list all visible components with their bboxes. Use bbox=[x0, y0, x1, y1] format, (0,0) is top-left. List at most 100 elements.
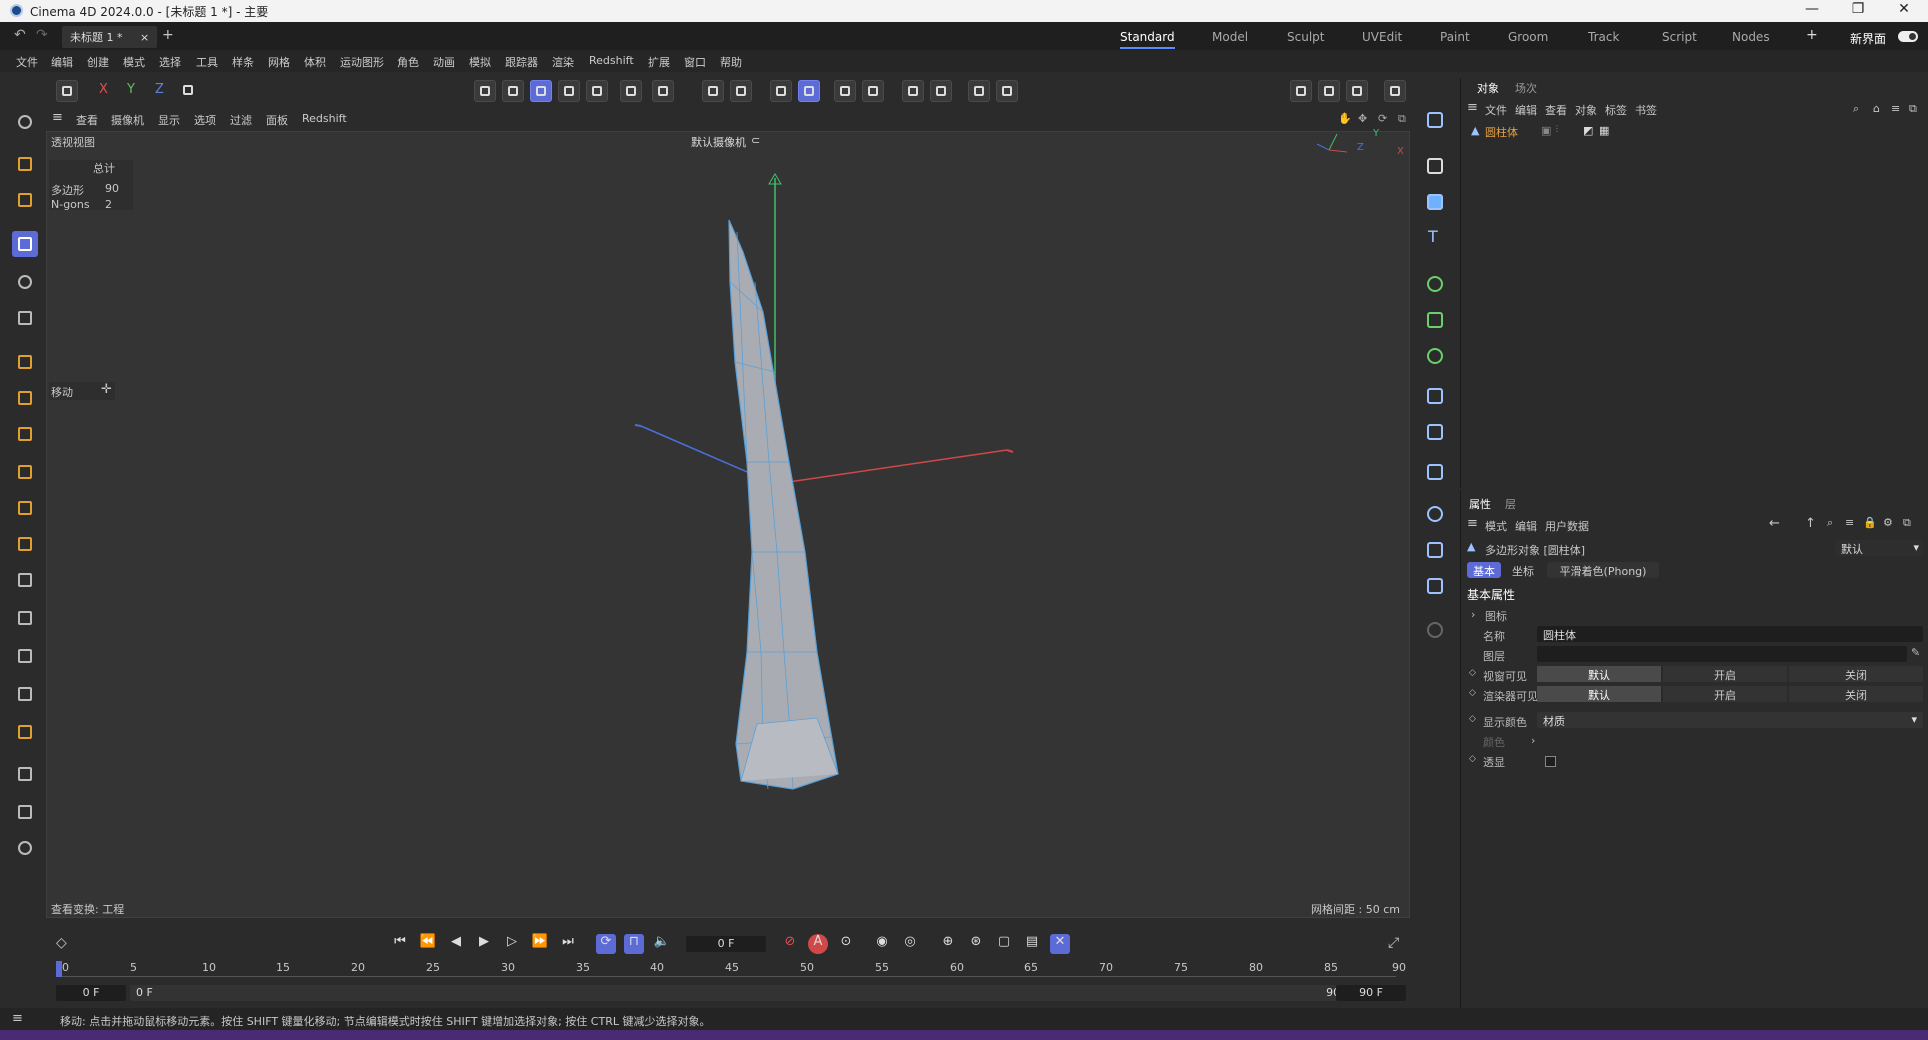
om-filter-icon[interactable]: ≡ bbox=[1891, 102, 1900, 115]
vp-menu-redshift[interactable]: Redshift bbox=[302, 112, 347, 125]
environment-icon[interactable] bbox=[1422, 501, 1448, 527]
am-menu-mode[interactable]: 模式 bbox=[1485, 518, 1507, 534]
render-visible-default[interactable]: 默认 bbox=[1537, 686, 1661, 702]
y-axis-lock[interactable]: Y bbox=[127, 82, 135, 97]
key-position-icon[interactable]: ◉ bbox=[872, 934, 892, 954]
menu-render[interactable]: 渲染 bbox=[552, 54, 574, 70]
am-menu-userdata[interactable]: 用户数据 bbox=[1545, 518, 1589, 534]
deformer-icon[interactable] bbox=[902, 80, 924, 102]
effector-icon[interactable] bbox=[1422, 343, 1448, 369]
color-expand-icon[interactable]: › bbox=[1531, 734, 1535, 747]
layer-toggle-icon[interactable]: ▣ bbox=[1541, 124, 1551, 137]
new-ui-toggle[interactable] bbox=[1898, 31, 1918, 42]
editor-visible-default[interactable]: 默认 bbox=[1537, 666, 1661, 682]
grid-icon[interactable] bbox=[770, 80, 792, 102]
menu-mesh[interactable]: 网格 bbox=[268, 54, 290, 70]
undo-icon[interactable]: ↶ bbox=[14, 27, 26, 43]
settings-icon[interactable] bbox=[930, 80, 952, 102]
x-axis-handle[interactable] bbox=[774, 449, 1008, 485]
x-axis-arrow-icon[interactable] bbox=[1006, 449, 1014, 453]
viewport-hamburger-icon[interactable]: ≡ bbox=[52, 110, 63, 125]
layout-groom[interactable]: Groom bbox=[1508, 30, 1548, 44]
close-tab-icon[interactable]: × bbox=[140, 31, 149, 44]
key-scale-icon[interactable]: ⊕ bbox=[938, 934, 958, 954]
key-rotation-icon[interactable]: ◎ bbox=[900, 934, 920, 954]
display-color-anim-icon[interactable]: ◇ bbox=[1469, 714, 1476, 724]
null-object-icon[interactable] bbox=[1422, 153, 1448, 179]
layout-nodes[interactable]: Nodes bbox=[1732, 30, 1770, 44]
end-frame-field[interactable]: 90 F bbox=[1336, 985, 1406, 1001]
object-manager-icon[interactable] bbox=[1422, 107, 1448, 133]
cloner-icon[interactable] bbox=[12, 681, 38, 707]
snap-settings-icon[interactable] bbox=[730, 80, 752, 102]
render-settings-icon[interactable] bbox=[1346, 80, 1368, 102]
axis-mode-icon[interactable] bbox=[620, 80, 642, 102]
key-pla-icon[interactable]: ▢ bbox=[994, 934, 1014, 954]
x-axis-lock[interactable]: X bbox=[99, 82, 108, 97]
prev-frame-icon[interactable]: ◀ bbox=[446, 934, 466, 954]
go-to-end-icon[interactable]: ⏭ bbox=[558, 934, 578, 954]
symmetry-icon[interactable] bbox=[862, 80, 884, 102]
polygon-pen-icon[interactable] bbox=[12, 421, 38, 447]
subtab-basic[interactable]: 基本 bbox=[1467, 562, 1501, 578]
name-input[interactable]: 圆柱体 bbox=[1537, 626, 1923, 642]
frame-ruler[interactable]: 0 5 10 15 20 25 30 35 40 45 50 55 60 65 … bbox=[56, 961, 1406, 977]
object-mode-icon[interactable] bbox=[558, 80, 580, 102]
menu-simulate[interactable]: 模拟 bbox=[469, 54, 491, 70]
play-icon[interactable]: ▶ bbox=[474, 934, 494, 954]
search-icon[interactable] bbox=[12, 109, 38, 135]
autokey-icon[interactable]: A bbox=[808, 934, 828, 954]
soft-selection-icon[interactable] bbox=[834, 80, 856, 102]
light-object-icon[interactable] bbox=[1422, 573, 1448, 599]
xray-checkbox[interactable] bbox=[1545, 756, 1556, 767]
vp-menu-cameras[interactable]: 摄像机 bbox=[111, 112, 144, 128]
group-icon-label[interactable]: 图标 bbox=[1485, 608, 1507, 624]
om-menu-object[interactable]: 对象 bbox=[1575, 102, 1597, 118]
visibility-dots-icon[interactable]: ⋮ bbox=[1553, 124, 1561, 133]
solo-icon[interactable] bbox=[652, 80, 674, 102]
am-settings-icon[interactable]: ⚙ bbox=[1883, 516, 1893, 529]
sketch-tool-icon[interactable] bbox=[12, 385, 38, 411]
material-icon[interactable] bbox=[968, 80, 990, 102]
layer-field[interactable] bbox=[1537, 646, 1907, 662]
bevel-icon[interactable] bbox=[12, 567, 38, 593]
new-tab-icon[interactable]: + bbox=[162, 27, 174, 43]
field-icon[interactable] bbox=[1422, 419, 1448, 445]
group-expand-icon[interactable]: › bbox=[1471, 608, 1475, 621]
back-arrow-icon[interactable]: ← bbox=[1769, 516, 1780, 531]
subdivision-icon[interactable] bbox=[12, 495, 38, 521]
tab-attributes[interactable]: 属性 bbox=[1469, 496, 1491, 512]
menu-window[interactable]: 窗口 bbox=[684, 54, 706, 70]
next-key-icon[interactable]: ⏩ bbox=[530, 934, 550, 954]
range-slider[interactable]: 0 F90 F bbox=[130, 985, 1360, 1001]
vp-menu-view[interactable]: 查看 bbox=[76, 112, 98, 128]
vp-menu-panel[interactable]: 面板 bbox=[266, 112, 288, 128]
timeline-settings-icon[interactable]: ▤ bbox=[1022, 934, 1042, 954]
record-icon[interactable]: ⊘ bbox=[780, 934, 800, 954]
vp-menu-display[interactable]: 显示 bbox=[158, 112, 180, 128]
live-selection-icon[interactable] bbox=[12, 151, 38, 177]
box-selection-icon[interactable] bbox=[12, 187, 38, 213]
keyframe-selection-icon[interactable]: ⊙ bbox=[836, 934, 856, 954]
menu-tracker[interactable]: 跟踪器 bbox=[505, 54, 538, 70]
am-search-icon[interactable]: ⌕ bbox=[1827, 516, 1833, 530]
om-menu-bookmarks[interactable]: 书签 bbox=[1635, 102, 1657, 118]
key-param-icon[interactable]: ⊛ bbox=[966, 934, 986, 954]
start-frame-field[interactable]: 0 F bbox=[56, 985, 126, 1001]
render-visible-on[interactable]: 开启 bbox=[1663, 686, 1787, 702]
object-name[interactable]: 圆柱体 bbox=[1485, 124, 1518, 140]
menu-redshift[interactable]: Redshift bbox=[589, 54, 634, 67]
om-menu-view[interactable]: 查看 bbox=[1545, 102, 1567, 118]
layout-script[interactable]: Script bbox=[1662, 30, 1697, 44]
editor-visible-off[interactable]: 关闭 bbox=[1789, 666, 1923, 682]
magnet-icon[interactable] bbox=[12, 643, 38, 669]
object-row[interactable]: ▲ 圆柱体 ▣ ⋮ ◩ ▦ bbox=[1471, 124, 1911, 140]
menu-help[interactable]: 帮助 bbox=[720, 54, 742, 70]
paint-brush-icon[interactable] bbox=[12, 761, 38, 787]
add-layout-icon[interactable]: + bbox=[1806, 27, 1818, 43]
camera-lens-icon[interactable] bbox=[12, 835, 38, 861]
om-menu-file[interactable]: 文件 bbox=[1485, 102, 1507, 118]
am-menu-edit[interactable]: 编辑 bbox=[1515, 518, 1537, 534]
loop-icon[interactable]: ⟳ bbox=[596, 934, 616, 954]
next-frame-icon[interactable]: ▷ bbox=[502, 934, 522, 954]
